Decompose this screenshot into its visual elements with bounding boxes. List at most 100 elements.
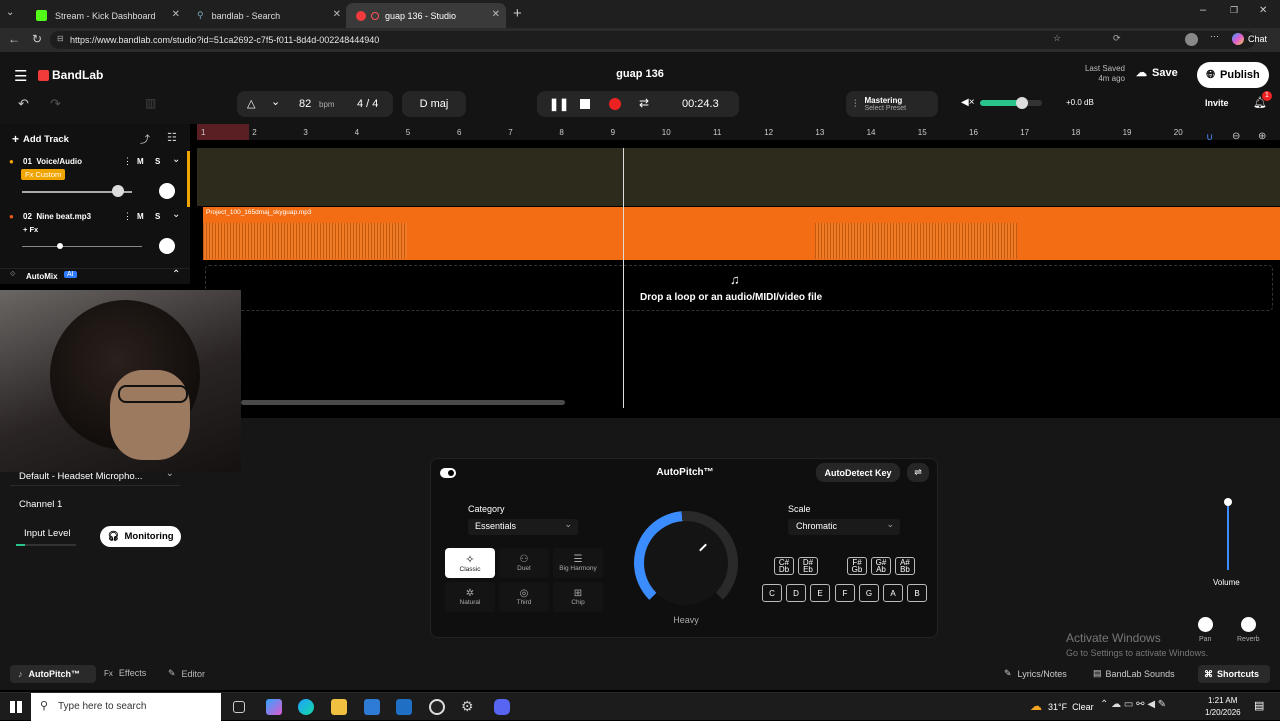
track-row[interactable]: ● 01 Voice/Audio ⋮ M S ⌄ Fx Custom bbox=[0, 151, 190, 207]
copilot-app-icon[interactable] bbox=[266, 699, 282, 715]
profile-avatar[interactable] bbox=[1185, 33, 1198, 46]
key-c-sharp[interactable]: C# Db bbox=[774, 557, 794, 575]
key-e[interactable]: E bbox=[810, 584, 830, 602]
tab-effects[interactable]: Fx Effects bbox=[104, 668, 146, 678]
input-device-select[interactable]: Default - Headset Micropho... ⌄ bbox=[10, 468, 180, 486]
volume-slider[interactable] bbox=[22, 246, 142, 247]
mastering-button[interactable]: ⫶ Mastering Select Preset bbox=[846, 91, 938, 117]
autopitch-settings-icon[interactable]: ⇌ bbox=[907, 463, 929, 482]
reload-icon[interactable]: ↻ bbox=[32, 32, 42, 46]
bandlab-logo[interactable]: BandLab bbox=[38, 68, 103, 82]
horizontal-scrollbar[interactable] bbox=[241, 400, 565, 405]
more-icon[interactable]: ⋯ bbox=[1210, 31, 1219, 42]
lyrics-notes-button[interactable]: ✎ Lyrics/Notes bbox=[1004, 668, 1067, 679]
automix-row[interactable]: ⟐ AutoMix AI ⌃ bbox=[0, 268, 190, 284]
pan-knob[interactable] bbox=[159, 183, 175, 199]
slider-thumb[interactable] bbox=[57, 243, 63, 249]
stop-icon[interactable] bbox=[580, 99, 590, 109]
playhead[interactable] bbox=[623, 148, 624, 408]
mode-duet[interactable]: ⚇ Duet bbox=[499, 548, 549, 578]
close-icon[interactable]: ✕ bbox=[172, 9, 180, 20]
reverb-knob[interactable] bbox=[1241, 617, 1256, 632]
drop-zone[interactable]: ♫ Drop a loop or an audio/MIDI/video fil… bbox=[205, 265, 1273, 311]
speaker-mute-icon[interactable]: ◀× bbox=[961, 97, 975, 108]
favorite-icon[interactable]: ☆ bbox=[1053, 33, 1061, 44]
shortcuts-button[interactable]: ⌘ Shortcuts bbox=[1198, 665, 1270, 683]
file-explorer-icon[interactable] bbox=[331, 699, 347, 715]
solo-button[interactable]: S bbox=[155, 157, 160, 166]
tab-bandlab-search[interactable]: ⚲ bandlab - Search ✕ bbox=[187, 3, 347, 28]
track-settings-icon[interactable]: ☷ bbox=[167, 131, 177, 144]
back-icon[interactable]: ← bbox=[8, 32, 20, 46]
save-button[interactable]: ☁ Save bbox=[1136, 66, 1178, 80]
mode-natural[interactable]: ✲ Natural bbox=[445, 582, 495, 612]
weather-text[interactable]: 31°F Clear bbox=[1048, 702, 1094, 712]
fx-badge[interactable]: Fx Custom bbox=[21, 169, 66, 180]
key-c[interactable]: C bbox=[762, 584, 782, 602]
windows-start-icon[interactable] bbox=[10, 701, 22, 713]
key-a[interactable]: A bbox=[883, 584, 903, 602]
invite-button[interactable]: Invite bbox=[1205, 98, 1229, 108]
redo-icon[interactable]: ↷ bbox=[50, 96, 61, 112]
close-icon[interactable]: ✕ bbox=[492, 9, 500, 20]
taskbar-search[interactable]: ⚲ Type here to search bbox=[31, 693, 221, 721]
key-d-sharp[interactable]: D# Eb bbox=[798, 557, 818, 575]
store-icon[interactable] bbox=[364, 699, 380, 715]
record-icon[interactable] bbox=[609, 98, 621, 110]
project-title[interactable]: guap 136 bbox=[600, 68, 680, 80]
key-b[interactable]: B bbox=[907, 584, 927, 602]
zoom-out-icon[interactable]: ⊖ bbox=[1232, 131, 1240, 142]
system-tray-icons[interactable]: ⌃ ☁ ▭ ⚯ ◀ ✎ bbox=[1100, 699, 1166, 710]
edge-icon[interactable] bbox=[298, 699, 314, 715]
mode-big-harmony[interactable]: ☰ Big Harmony bbox=[553, 548, 603, 578]
slider-thumb[interactable] bbox=[1224, 498, 1232, 506]
discord-icon[interactable] bbox=[494, 699, 510, 715]
close-icon[interactable]: ✕ bbox=[333, 9, 341, 20]
obs-icon[interactable] bbox=[429, 699, 445, 715]
key-a-sharp[interactable]: A# Bb bbox=[895, 557, 915, 575]
key-f-sharp[interactable]: F# Gb bbox=[847, 557, 867, 575]
track-row[interactable]: ● 02 Nine beat.mp3 ⋮ M S ⌄ + Fx bbox=[0, 207, 190, 259]
mute-button[interactable]: M bbox=[137, 157, 144, 166]
tab-guap-studio[interactable]: guap 136 - Studio ✕ bbox=[346, 3, 506, 28]
track-name[interactable]: 02 Nine beat.mp3 bbox=[23, 212, 91, 221]
key-f[interactable]: F bbox=[835, 584, 855, 602]
maximize-button[interactable]: ❐ bbox=[1230, 5, 1238, 16]
track-menu-icon[interactable]: ⋮ bbox=[123, 156, 132, 167]
extensions-icon[interactable]: ⟳ bbox=[1113, 33, 1121, 44]
loop-icon[interactable]: ⇄ bbox=[639, 96, 649, 110]
add-track-button[interactable]: + Add Track bbox=[12, 132, 69, 146]
clock-date[interactable]: 1/20/2026 bbox=[1205, 708, 1241, 717]
pan-knob[interactable] bbox=[1198, 617, 1213, 632]
slider-thumb[interactable] bbox=[112, 185, 124, 197]
wand-icon[interactable]: ⤴ bbox=[140, 131, 150, 146]
pan-knob[interactable] bbox=[159, 238, 175, 254]
window-close-button[interactable]: ✕ bbox=[1259, 5, 1267, 16]
monitoring-button[interactable]: 🎧︎ Monitoring bbox=[100, 526, 181, 547]
task-view-icon[interactable] bbox=[233, 701, 245, 713]
autodetect-key-button[interactable]: AutoDetect Key bbox=[816, 463, 900, 482]
chevron-down-icon[interactable]: ⌄ bbox=[271, 95, 280, 108]
key-g[interactable]: G bbox=[859, 584, 879, 602]
menu-icon[interactable]: ☰ bbox=[14, 67, 27, 85]
track-lane-voice[interactable] bbox=[197, 148, 1280, 206]
publish-button[interactable]: 🌐︎ Publish bbox=[1197, 62, 1269, 88]
solo-button[interactable]: S bbox=[155, 212, 160, 221]
outlook-icon[interactable] bbox=[396, 699, 412, 715]
undo-icon[interactable]: ↶ bbox=[18, 96, 29, 112]
mute-button[interactable]: M bbox=[137, 212, 144, 221]
tab-kick-dashboard[interactable]: Stream - Kick Dashboard ✕ bbox=[26, 3, 186, 28]
chevron-down-icon[interactable]: ⌄ bbox=[172, 154, 180, 165]
slider-thumb[interactable] bbox=[1016, 97, 1028, 109]
zoom-in-icon[interactable]: ⊕ bbox=[1258, 131, 1266, 142]
bandlab-sounds-button[interactable]: ▤ BandLab Sounds bbox=[1093, 668, 1175, 679]
mode-classic[interactable]: ✧ Classic bbox=[445, 548, 495, 578]
bpm-value[interactable]: 82 bbox=[299, 98, 311, 110]
snap-magnet-icon[interactable]: ∪ bbox=[1206, 132, 1213, 143]
chevron-down-icon[interactable]: ⌄ bbox=[172, 209, 180, 220]
mode-third[interactable]: ◎ Third bbox=[499, 582, 549, 612]
settings-gear-icon[interactable]: ⚙ bbox=[461, 698, 477, 714]
audio-clip[interactable]: Project_100_165dmaj_skyguap.mp3 bbox=[203, 207, 1280, 260]
time-signature[interactable]: 4 / 4 bbox=[357, 98, 378, 110]
chevron-up-icon[interactable]: ⌃ bbox=[172, 269, 180, 280]
